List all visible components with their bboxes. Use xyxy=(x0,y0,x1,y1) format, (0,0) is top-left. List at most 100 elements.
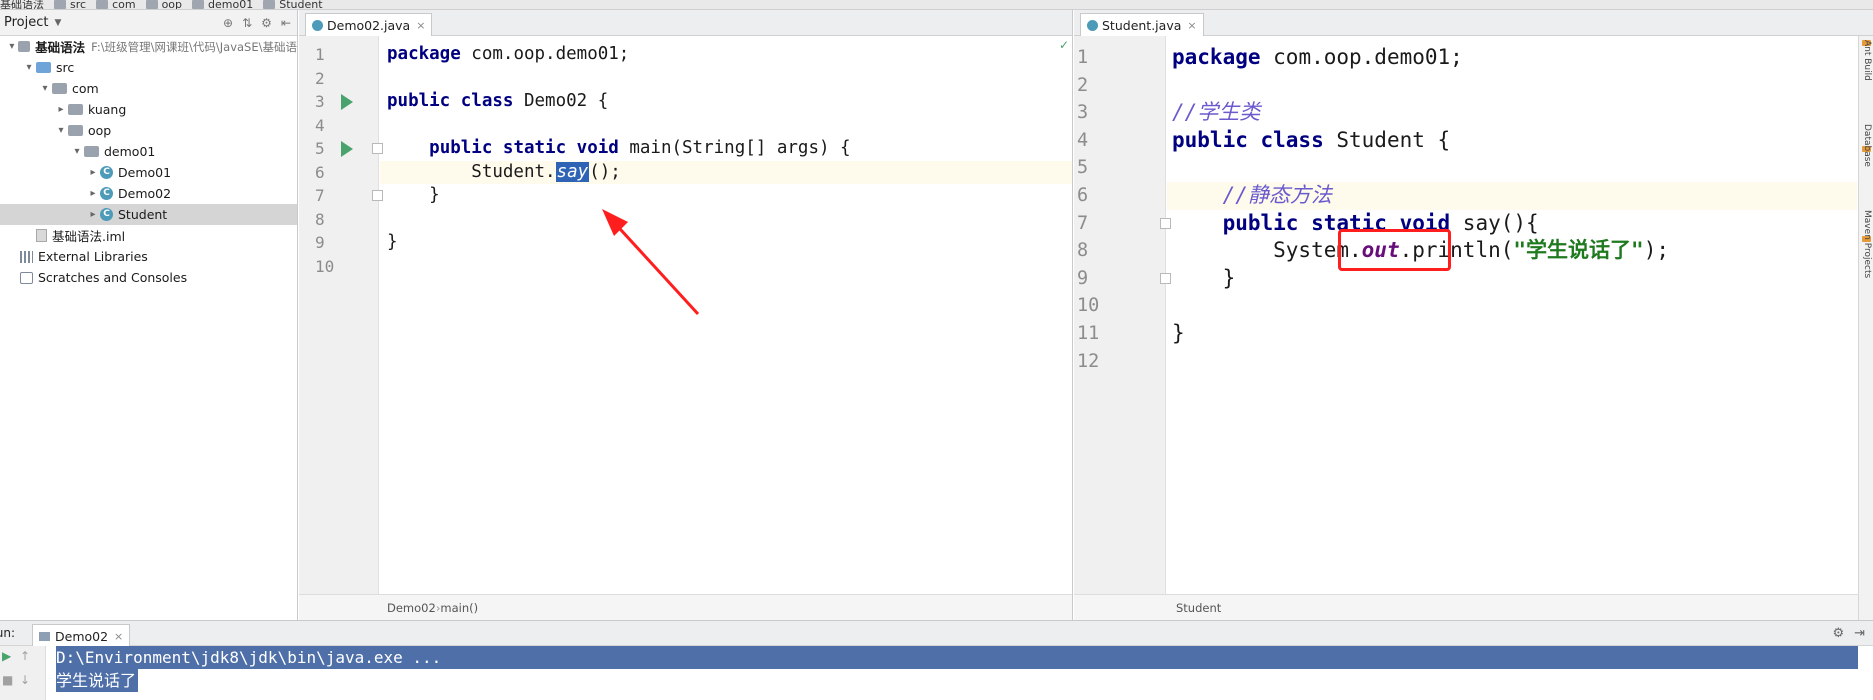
tree-item-label: Student xyxy=(118,207,168,222)
chevron-icon[interactable]: ▸ xyxy=(86,188,100,199)
folder-icon xyxy=(192,0,205,9)
code-line: public static void main(String[] args) { xyxy=(387,137,1072,161)
collapse-all-icon[interactable]: ⇅ xyxy=(242,16,252,30)
tree-item-label: kuang xyxy=(88,102,127,117)
scroll-up-icon[interactable]: ↑ xyxy=(20,649,30,663)
folder-icon xyxy=(145,0,158,9)
code-area[interactable]: package com.oop.demo01; //学生类 public class… xyxy=(1167,36,1857,594)
breadcrumb-label: 基础语法 xyxy=(0,0,44,10)
breadcrumb-label: com xyxy=(112,0,136,10)
tree-item[interactable]: ▾ oop xyxy=(0,120,297,141)
code-token: (); xyxy=(589,161,621,182)
tree-item[interactable]: ▾ src xyxy=(0,57,297,78)
stop-icon[interactable]: ■ xyxy=(2,673,13,687)
gear-icon[interactable]: ⚙ xyxy=(261,16,272,30)
code-token: } xyxy=(387,185,440,205)
tree-item[interactable]: ▸ C Demo02 xyxy=(0,183,297,204)
hide-panel-icon[interactable]: ⇤ xyxy=(281,16,291,30)
tree-item[interactable]: External Libraries xyxy=(0,246,297,267)
chevron-icon[interactable]: ▾ xyxy=(38,83,52,94)
rerun-icon[interactable]: ▶ xyxy=(2,649,11,663)
tab-label: Student.java xyxy=(1102,17,1182,33)
run-panel-header: Run: Demo02 × ⚙ ⇥ xyxy=(0,620,1873,647)
run-toolbar: ▶ ↑ ■ ↓ xyxy=(0,646,46,700)
navigation-bar: 基础语法 src com oop demo01 Student xyxy=(0,0,1873,10)
code-token: } xyxy=(1172,265,1236,290)
fold-marker-icon[interactable] xyxy=(1160,272,1171,284)
folder-icon xyxy=(54,0,66,9)
chevron-icon[interactable]: ▸ xyxy=(86,167,100,178)
close-icon[interactable]: × xyxy=(1187,19,1196,32)
tool-window-ant-build[interactable]: Ant Build xyxy=(1862,40,1872,81)
breadcrumb-item[interactable]: oop xyxy=(145,0,182,9)
close-icon[interactable]: × xyxy=(114,630,123,643)
chevron-icon[interactable]: ▾ xyxy=(54,125,68,136)
tree-item[interactable]: ▸ C Student xyxy=(0,204,297,225)
line-number: 10 xyxy=(315,256,335,276)
close-icon[interactable]: × xyxy=(416,19,425,32)
chevron-icon[interactable]: ▾ xyxy=(70,146,84,157)
breadcrumb-item[interactable]: Student xyxy=(263,0,323,10)
chevron-icon[interactable]: ▸ xyxy=(86,209,100,220)
tree-item-label: 基础语法.iml xyxy=(52,229,126,244)
file-icon xyxy=(36,229,47,242)
hide-panel-icon[interactable]: ⇥ xyxy=(1854,626,1865,641)
chevron-icon[interactable]: ▾ xyxy=(22,62,36,73)
code-line: } xyxy=(387,231,1072,255)
tree-item-label: demo01 xyxy=(104,144,156,159)
breadcrumb-item[interactable]: src xyxy=(54,0,86,9)
breadcrumb-label: Student xyxy=(279,0,323,10)
code-string: "学生说话了" xyxy=(1513,238,1644,263)
locate-icon[interactable]: ⊕ xyxy=(223,16,233,30)
tab-student-java[interactable]: Student.java × xyxy=(1080,13,1204,36)
tool-window-database[interactable]: Database xyxy=(1862,124,1872,167)
breadcrumb-item[interactable]: demo01 xyxy=(192,0,253,9)
scratch-icon xyxy=(20,271,33,284)
run-gutter-icon[interactable] xyxy=(341,141,353,157)
breadcrumb-item[interactable]: com xyxy=(96,0,136,10)
fold-marker-icon[interactable] xyxy=(1160,217,1171,229)
class-icon xyxy=(312,19,323,31)
tree-item[interactable]: Scratches and Consoles xyxy=(0,267,297,288)
tree-item[interactable]: ▸ kuang xyxy=(0,99,297,120)
breadcrumb-item[interactable]: Demo02 xyxy=(387,601,436,615)
run-gutter-icon[interactable] xyxy=(341,94,353,110)
fold-marker-icon[interactable] xyxy=(372,190,383,201)
breadcrumb-item[interactable]: 基础语法 xyxy=(0,0,44,10)
console-output-line: 学生说话了 xyxy=(56,669,139,692)
code-area[interactable]: package com.oop.demo01; public class Demo… xyxy=(380,36,1072,594)
line-number: 3 xyxy=(1077,102,1089,124)
tab-demo02-java[interactable]: Demo02.java × xyxy=(305,13,433,36)
fold-marker-icon[interactable] xyxy=(372,143,383,154)
line-number: 6 xyxy=(315,162,325,182)
project-panel: Project ▼ ⊕ ⇅ ⚙ ⇤ ▾ 基础语法 F:\班级管理\网课班\代码\Ja… xyxy=(0,10,298,620)
gear-icon[interactable]: ⚙ xyxy=(1832,626,1844,641)
tree-item[interactable]: ▾ demo01 xyxy=(0,141,297,162)
chevron-icon[interactable]: ▸ xyxy=(54,104,68,115)
tool-window-maven[interactable]: Maven Projects xyxy=(1862,210,1872,278)
breadcrumb-item[interactable]: main() xyxy=(440,601,478,615)
line-number: 4 xyxy=(315,115,325,135)
ide-window: 基础语法 src com oop demo01 Student Project ▼ ⊕ ⇅… xyxy=(0,0,1873,700)
project-view-selector[interactable]: Project xyxy=(4,15,48,30)
console-icon xyxy=(39,631,50,641)
selected-method-name: say xyxy=(555,161,590,182)
code-token: ); xyxy=(1643,238,1669,263)
line-number: 8 xyxy=(1077,240,1089,262)
breadcrumb-item[interactable]: Student xyxy=(1176,601,1221,615)
tree-item[interactable]: ▾ com xyxy=(0,78,297,99)
tree-item-label: Demo01 xyxy=(118,165,172,180)
code-comment: //静态方法 xyxy=(1222,183,1332,207)
chevron-down-icon[interactable]: ▼ xyxy=(54,18,61,28)
folder-icon xyxy=(36,62,51,73)
chevron-icon[interactable]: ▾ xyxy=(6,41,18,52)
tree-item[interactable]: ▾ 基础语法 F:\班级管理\网课班\代码\JavaSE\基础语 xyxy=(0,36,297,57)
tree-item[interactable]: ▸ C Demo01 xyxy=(0,162,297,183)
tree-item[interactable]: 基础语法.iml xyxy=(0,225,297,246)
code-token: Demo02 { xyxy=(523,91,609,111)
run-tab-demo02[interactable]: Demo02 × xyxy=(32,624,131,647)
code-token: com.oop.demo01; xyxy=(471,44,630,64)
code-line: public static void say(){ xyxy=(1172,210,1857,238)
scroll-down-icon[interactable]: ↓ xyxy=(20,673,30,687)
